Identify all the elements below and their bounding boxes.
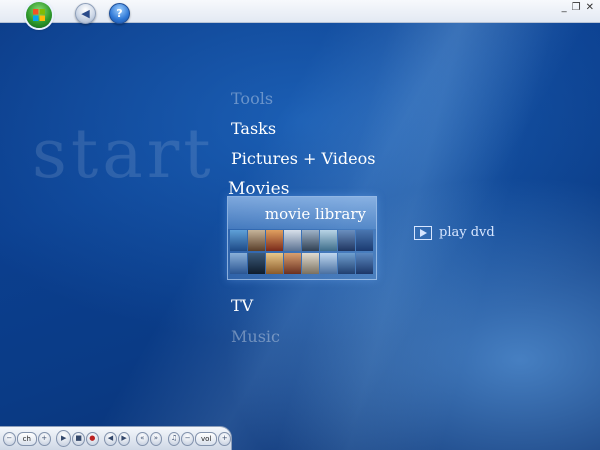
restore-button[interactable]: ❐ [572, 2, 581, 13]
skip-back-button[interactable]: ◀ [104, 431, 117, 446]
play-dvd-button[interactable]: play dvd [414, 225, 495, 240]
movie-thumbnail [230, 230, 247, 251]
movie-thumbnail [284, 230, 301, 251]
movie-thumbnail [266, 230, 283, 251]
fast-forward-icon: » [153, 434, 159, 442]
close-button[interactable]: ✕ [586, 2, 594, 13]
record-icon: ● [89, 434, 96, 442]
transport-controls: − ch + ▶ ■ ● ◀ ▶ « » ♫ − vol + [0, 426, 232, 450]
channel-label: ch [16, 431, 37, 446]
start-button[interactable] [26, 2, 52, 28]
skip-forward-icon: ▶ [121, 434, 127, 442]
window-controls: _ ❐ ✕ [562, 2, 594, 13]
movie-thumbnail [356, 253, 373, 274]
record-button[interactable]: ● [86, 431, 99, 446]
channel-down-button[interactable]: − [3, 431, 16, 446]
help-icon: ? [116, 7, 123, 20]
movie-thumbnail [248, 230, 265, 251]
volume-label: vol [195, 431, 218, 446]
movie-thumbnail [230, 253, 247, 274]
movie-thumbnail [266, 253, 283, 274]
movie-thumbnail [302, 230, 319, 251]
movie-thumbnail [320, 253, 337, 274]
help-button[interactable]: ? [109, 3, 130, 24]
skip-back-icon: ◀ [107, 434, 114, 442]
stop-icon: ■ [75, 434, 82, 442]
movie-thumbnail [338, 253, 355, 274]
play-icon [414, 225, 432, 240]
stop-button[interactable]: ■ [72, 431, 85, 446]
menu-item-tasks[interactable]: Tasks [231, 119, 276, 138]
play-pause-button[interactable]: ▶ [56, 430, 72, 447]
start-watermark: start [32, 115, 215, 194]
title-bar: ◀ ? _ ❐ ✕ [0, 0, 600, 28]
movie-thumbnail [284, 253, 301, 274]
volume-up-button[interactable]: + [218, 431, 232, 446]
windows-logo-icon [33, 9, 45, 21]
movie-thumbnail [302, 253, 319, 274]
play-icon: ▶ [61, 434, 67, 442]
movie-thumbnail [320, 230, 337, 251]
movie-thumbnails [230, 230, 374, 275]
menu-item-tools[interactable]: Tools [231, 89, 273, 108]
mute-button[interactable]: ♫ [167, 431, 181, 446]
rewind-button[interactable]: « [135, 431, 149, 446]
volume-down-button[interactable]: − [181, 431, 195, 446]
skip-forward-button[interactable]: ▶ [117, 431, 131, 446]
menu-item-tv[interactable]: TV [231, 296, 253, 315]
back-button[interactable]: ◀ [75, 3, 96, 24]
movie-thumbnail [338, 230, 355, 251]
play-dvd-label: play dvd [439, 225, 495, 240]
movie-library-tile[interactable]: movie library [227, 196, 377, 280]
speaker-icon: ♫ [170, 434, 178, 442]
fast-forward-button[interactable]: » [149, 431, 163, 446]
menu-item-hidden [231, 356, 311, 366]
channel-up-button[interactable]: + [37, 431, 51, 446]
rewind-icon: « [140, 434, 145, 442]
minimize-button[interactable]: _ [562, 2, 567, 13]
back-arrow-icon: ◀ [81, 7, 90, 20]
menu-item-pictures-videos[interactable]: Pictures + Videos [231, 149, 375, 168]
menu-item-music[interactable]: Music [231, 327, 280, 346]
movie-thumbnail [248, 253, 265, 274]
movie-thumbnail [356, 230, 373, 251]
movie-library-label: movie library [228, 197, 376, 229]
